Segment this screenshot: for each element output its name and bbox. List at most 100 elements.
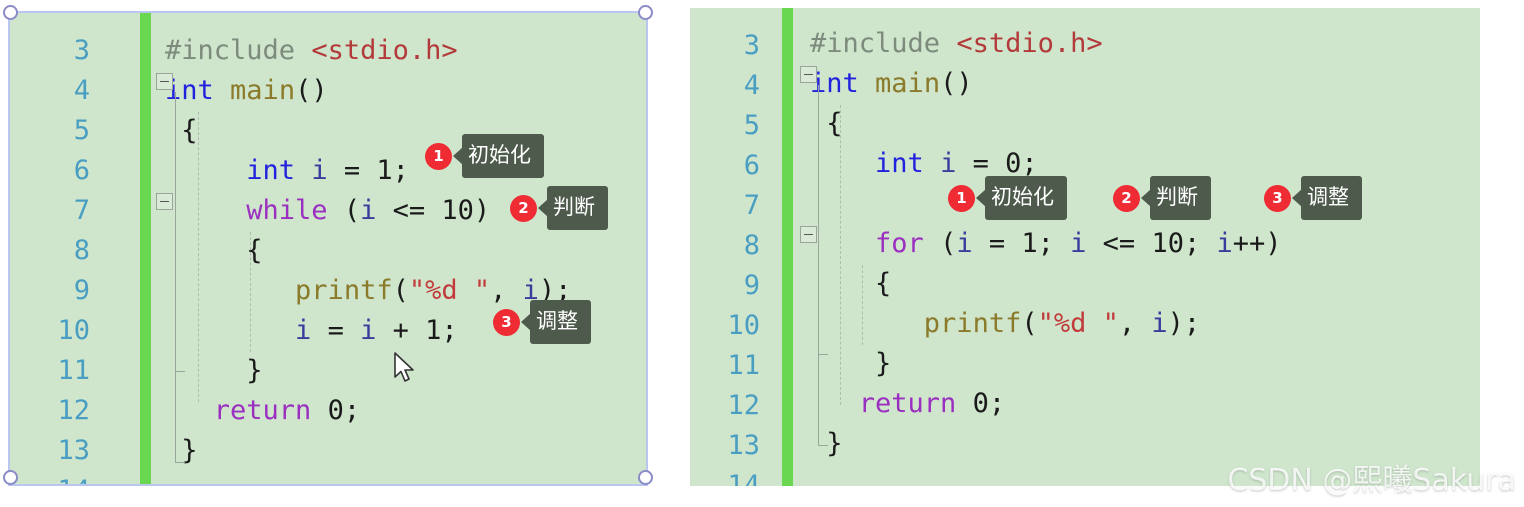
line-number: 9 <box>743 270 760 301</box>
line-number: 3 <box>73 35 90 66</box>
code-editor-while[interactable]: 3 4 5 6 7 8 9 10 11 12 13 14 #include <s… <box>8 11 648 486</box>
code-token: "%d " <box>1037 308 1119 339</box>
code-token: for <box>875 228 924 259</box>
fold-marker-main[interactable] <box>800 66 817 83</box>
code-token: { <box>165 235 263 266</box>
callout-badge: 1 <box>425 142 452 170</box>
code-token: ; <box>1021 148 1038 179</box>
fold-marker-main[interactable] <box>156 73 173 90</box>
callout-1-left[interactable]: 1 初始化 <box>425 134 544 178</box>
callout-1-right[interactable]: 1 初始化 <box>948 176 1067 220</box>
code-token: () <box>940 68 973 99</box>
indent-guide-dashed <box>198 112 199 402</box>
callout-badge: 3 <box>1264 184 1291 212</box>
callout-badge: 2 <box>510 194 537 222</box>
line-number: 14 <box>10 471 102 484</box>
indent-guide <box>175 92 176 372</box>
code-token: ); <box>1167 308 1201 339</box>
code-token: i <box>1070 228 1087 259</box>
line-number: 11 <box>727 350 760 381</box>
line-number: 10 <box>727 310 760 341</box>
code-token: <= <box>376 195 442 226</box>
code-line: return 0; <box>810 384 1282 424</box>
fold-marker-while[interactable] <box>156 193 173 210</box>
code-token: main <box>875 68 941 99</box>
code-line: for (i = 1; i <= 10; i++) <box>810 224 1282 264</box>
code-token: + <box>376 315 426 346</box>
indent-guide-dashed <box>840 105 841 405</box>
callout-3-left[interactable]: 3 调整 <box>493 300 591 344</box>
code-text-right[interactable]: #include <stdio.h> int main() { int i = 0… <box>810 24 1282 486</box>
line-number: 12 <box>727 390 760 421</box>
code-token: { <box>810 108 843 139</box>
callout-label: 判断 <box>1150 176 1211 220</box>
code-token: #include <box>810 28 957 59</box>
code-token: { <box>165 115 198 146</box>
code-token: return <box>213 395 312 426</box>
indent-guide <box>818 85 819 365</box>
line-number: 10 <box>57 315 90 346</box>
code-token: "%d " <box>408 275 491 306</box>
code-token: i <box>1216 228 1233 259</box>
selection-handle-top-left[interactable] <box>3 5 18 20</box>
code-token: ; <box>1183 228 1217 259</box>
selection-handle-bottom-left[interactable] <box>3 470 18 485</box>
code-token: printf <box>923 308 1022 339</box>
code-token: ; <box>343 395 361 426</box>
code-token: ++) <box>1232 228 1282 259</box>
code-token: ; <box>988 388 1006 419</box>
callout-2-right[interactable]: 2 判断 <box>1113 176 1211 220</box>
code-line: } <box>810 344 1282 384</box>
line-number: 4 <box>743 70 760 101</box>
csdn-watermark: CSDN @熙曦Sakura <box>1227 463 1516 498</box>
code-token: () <box>295 75 328 106</box>
code-token: 0 <box>1005 148 1022 179</box>
code-line: return 0; <box>165 391 571 431</box>
selection-handle-bottom-right[interactable] <box>638 470 653 485</box>
code-line: #include <stdio.h> <box>165 31 571 71</box>
callout-badge: 1 <box>948 184 975 212</box>
code-token: ; <box>1037 228 1071 259</box>
code-line: int main() <box>810 64 1282 104</box>
line-number: 12 <box>57 395 90 426</box>
selection-handle-top-right[interactable] <box>638 5 653 20</box>
code-line: { <box>810 104 1282 144</box>
code-token: printf <box>295 275 393 306</box>
callout-badge: 3 <box>493 308 520 336</box>
code-line: { <box>165 231 571 271</box>
code-token: ( <box>923 228 957 259</box>
code-token: <stdio.h> <box>956 28 1103 59</box>
code-token: 1 <box>1021 228 1038 259</box>
callout-badge: 2 <box>1113 184 1140 212</box>
code-line: { <box>810 264 1282 304</box>
line-number: 5 <box>73 115 90 146</box>
code-token: i <box>956 228 973 259</box>
code-token: = <box>972 228 1022 259</box>
code-token: ; <box>441 315 458 346</box>
code-editor-for[interactable]: 3 4 5 6 7 8 9 10 11 12 13 14 #include <s… <box>690 8 1480 486</box>
code-token: ) <box>473 195 491 226</box>
code-token: ( <box>1021 308 1038 339</box>
line-number: 4 <box>73 75 90 106</box>
code-token: 10 <box>441 195 474 226</box>
code-text-left[interactable]: #include <stdio.h> int main() { int i = 1… <box>165 31 571 484</box>
callout-2-left[interactable]: 2 判断 <box>510 186 608 230</box>
code-line: printf("%d ", i); <box>810 304 1282 344</box>
callout-3-right[interactable]: 3 调整 <box>1264 176 1362 220</box>
fold-marker-for[interactable] <box>800 226 817 243</box>
code-token: = <box>311 315 361 346</box>
code-token: int <box>875 148 924 179</box>
code-token: return <box>858 388 957 419</box>
code-token: { <box>810 268 892 299</box>
